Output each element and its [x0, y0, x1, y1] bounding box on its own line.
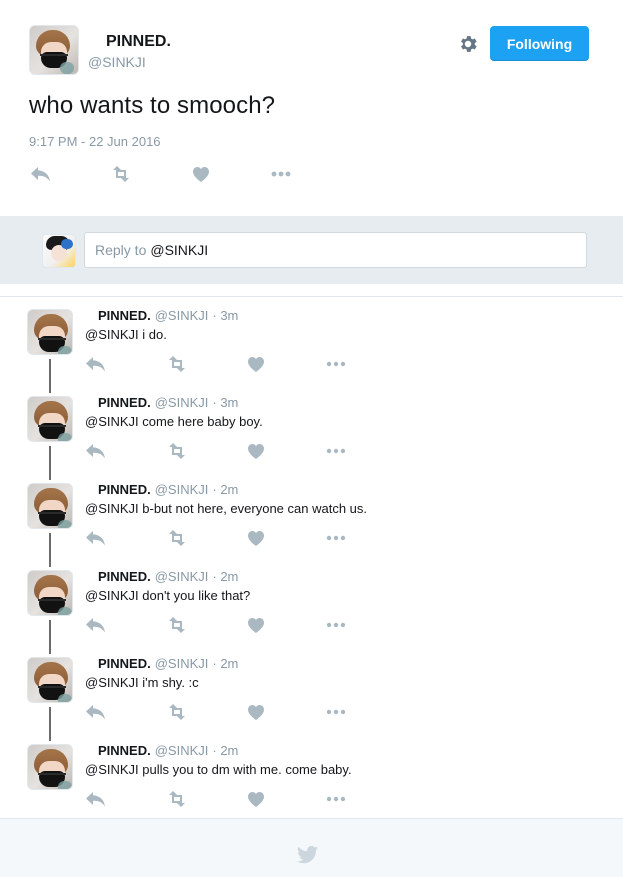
- reply-icon[interactable]: [83, 354, 109, 374]
- gear-icon[interactable]: [457, 33, 479, 55]
- reply-text: @SINKJI pulls you to dm with me. come ba…: [85, 762, 352, 777]
- heart-icon[interactable]: [243, 702, 269, 722]
- reply-avatar[interactable]: [27, 396, 73, 442]
- reply-icon[interactable]: [83, 615, 109, 635]
- reply-header: PINNED. @SINKJI · 3m: [98, 395, 238, 410]
- reply-text: @SINKJI b-but not here, everyone can wat…: [85, 501, 368, 516]
- author-display-name[interactable]: PINNED.: [106, 33, 171, 51]
- reply-time[interactable]: · 2m: [212, 569, 238, 584]
- thread-line: [49, 620, 51, 654]
- retweet-icon[interactable]: [164, 441, 190, 461]
- retweet-icon[interactable]: [164, 789, 190, 809]
- reply-icon[interactable]: [83, 702, 109, 722]
- reply-header: PINNED. @SINKJI · 2m: [98, 482, 238, 497]
- tweet-timestamp[interactable]: 9:17 PM - 22 Jun 2016: [29, 134, 161, 149]
- more-icon[interactable]: [323, 528, 349, 548]
- current-user-avatar: [42, 234, 76, 268]
- reply-avatar[interactable]: [27, 483, 73, 529]
- reply-handle[interactable]: @SINKJI: [155, 395, 209, 410]
- thread-line: [49, 707, 51, 741]
- following-button[interactable]: Following: [490, 26, 589, 61]
- more-icon[interactable]: [268, 164, 294, 184]
- retweet-icon[interactable]: [164, 702, 190, 722]
- reply-header: PINNED. @SINKJI · 2m: [98, 743, 238, 758]
- retweet-icon[interactable]: [164, 354, 190, 374]
- heart-icon[interactable]: [243, 528, 269, 548]
- reply-avatar[interactable]: [27, 309, 73, 355]
- reply-time[interactable]: · 2m: [212, 482, 238, 497]
- reply-display-name[interactable]: PINNED.: [98, 656, 151, 671]
- reply-mention: @SINKJI: [150, 242, 209, 258]
- thread-line: [49, 533, 51, 567]
- heart-icon[interactable]: [243, 789, 269, 809]
- reply-text: @SINKJI don't you like that?: [85, 588, 251, 603]
- heart-icon[interactable]: [243, 354, 269, 374]
- reply-placeholder: Reply to: [95, 242, 147, 258]
- more-icon[interactable]: [323, 615, 349, 635]
- reply-display-name[interactable]: PINNED.: [98, 308, 151, 323]
- reply-icon[interactable]: [83, 528, 109, 548]
- heart-icon[interactable]: [243, 615, 269, 635]
- reply-handle[interactable]: @SINKJI: [155, 308, 209, 323]
- reply-display-name[interactable]: PINNED.: [98, 482, 151, 497]
- heart-icon[interactable]: [243, 441, 269, 461]
- retweet-icon[interactable]: [108, 164, 134, 184]
- reply-icon[interactable]: [28, 164, 54, 184]
- reply-time[interactable]: · 3m: [212, 308, 238, 323]
- reply-text: @SINKJI come here baby boy.: [85, 414, 263, 429]
- reply-header: PINNED. @SINKJI · 2m: [98, 569, 238, 584]
- thread-line: [49, 359, 51, 393]
- reply-input[interactable]: Reply to @SINKJI: [84, 232, 587, 268]
- reply-handle[interactable]: @SINKJI: [155, 569, 209, 584]
- separator: [0, 296, 623, 297]
- reply-text: @SINKJI i'm shy. :c: [85, 675, 199, 690]
- more-icon[interactable]: [323, 354, 349, 374]
- author-handle[interactable]: @SINKJI: [88, 54, 146, 70]
- retweet-icon[interactable]: [164, 615, 190, 635]
- reply-time[interactable]: · 2m: [212, 656, 238, 671]
- reply-avatar[interactable]: [27, 657, 73, 703]
- reply-avatar[interactable]: [27, 744, 73, 790]
- author-avatar[interactable]: [29, 25, 79, 75]
- reply-time[interactable]: · 2m: [212, 743, 238, 758]
- reply-time[interactable]: · 3m: [212, 395, 238, 410]
- reply-avatar[interactable]: [27, 570, 73, 616]
- tweet-text: who wants to smooch?: [29, 92, 276, 119]
- reply-handle[interactable]: @SINKJI: [155, 743, 209, 758]
- reply-display-name[interactable]: PINNED.: [98, 569, 151, 584]
- reply-display-name[interactable]: PINNED.: [98, 395, 151, 410]
- reply-handle[interactable]: @SINKJI: [155, 482, 209, 497]
- retweet-icon[interactable]: [164, 528, 190, 548]
- heart-icon[interactable]: [188, 164, 214, 184]
- more-icon[interactable]: [323, 789, 349, 809]
- more-icon[interactable]: [323, 441, 349, 461]
- reply-header: PINNED. @SINKJI · 2m: [98, 656, 238, 671]
- thread-line: [49, 446, 51, 480]
- reply-icon[interactable]: [83, 789, 109, 809]
- reply-handle[interactable]: @SINKJI: [155, 656, 209, 671]
- reply-icon[interactable]: [83, 441, 109, 461]
- reply-header: PINNED. @SINKJI · 3m: [98, 308, 238, 323]
- twitter-bird-icon[interactable]: [297, 845, 319, 864]
- more-icon[interactable]: [323, 702, 349, 722]
- reply-text: @SINKJI i do.: [85, 327, 167, 342]
- reply-display-name[interactable]: PINNED.: [98, 743, 151, 758]
